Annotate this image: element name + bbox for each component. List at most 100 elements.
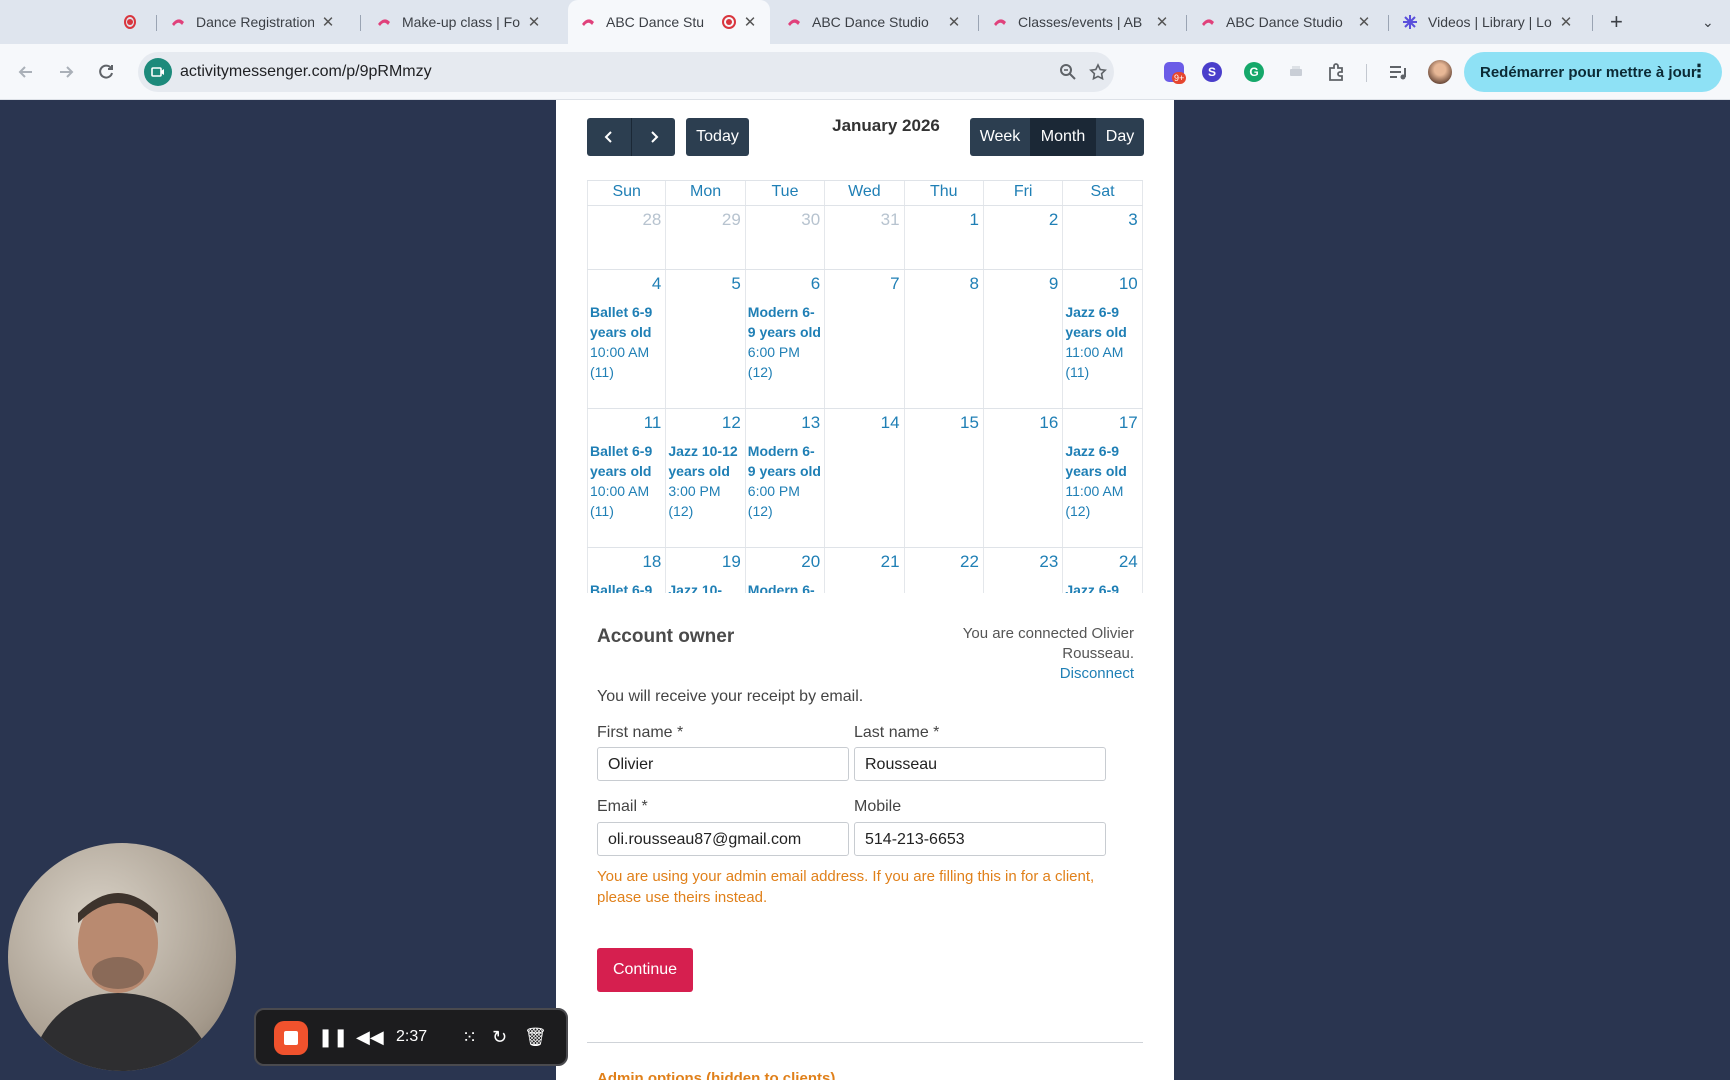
- recording-icon: [722, 15, 736, 29]
- address-bar[interactable]: activitymessenger.com/p/9pRMmzy: [138, 52, 1114, 92]
- forward-button[interactable]: [52, 58, 80, 86]
- calendar-prev-button[interactable]: [587, 118, 631, 156]
- extension-s-icon[interactable]: S: [1198, 58, 1226, 86]
- stop-recording-button[interactable]: [274, 1021, 308, 1055]
- webcam-bubble[interactable]: [8, 843, 236, 1071]
- reload-icon: [99, 64, 113, 79]
- day-number: 13: [801, 413, 821, 432]
- tab-6[interactable]: ABC Dance Studio ✕: [1188, 0, 1384, 44]
- event-title[interactable]: Modern 6-9 years old: [748, 441, 822, 481]
- calendar-today-button[interactable]: Today: [686, 118, 749, 156]
- calendar-day-cell[interactable]: 2: [984, 206, 1064, 269]
- mobile-input[interactable]: 514-213-6653: [854, 822, 1106, 856]
- calendar-day-cell[interactable]: 30: [746, 206, 826, 269]
- calendar-day-cell[interactable]: 17 Jazz 6-9 years old 11:00 AM (12): [1063, 409, 1143, 547]
- continue-button[interactable]: Continue: [597, 948, 693, 992]
- calendar-day-cell[interactable]: 7: [825, 270, 905, 408]
- extension-grammarly-icon[interactable]: G: [1240, 58, 1268, 86]
- calendar-day-cell[interactable]: 28: [587, 206, 667, 269]
- calendar-day-cell[interactable]: 15: [905, 409, 984, 547]
- calendar-day-cell[interactable]: 23: [984, 548, 1064, 593]
- event-title[interactable]: Jazz 6-9 years old: [1065, 302, 1139, 342]
- tab-0[interactable]: [112, 0, 148, 44]
- calendar-day-cell[interactable]: 3: [1063, 206, 1143, 269]
- calendar-day-cell[interactable]: 16: [984, 409, 1064, 547]
- calendar-day-cell[interactable]: 19 Jazz 10-: [666, 548, 746, 593]
- calendar-day-cell[interactable]: 31: [825, 206, 905, 269]
- close-icon[interactable]: ✕: [1356, 13, 1372, 31]
- view-month-button[interactable]: Month: [1030, 118, 1096, 156]
- view-week-button[interactable]: Week: [970, 118, 1030, 156]
- tab-5[interactable]: Classes/events | AB ✕: [980, 0, 1182, 44]
- close-icon[interactable]: ✕: [526, 13, 542, 31]
- tab-3-active[interactable]: ABC Dance Stu ✕: [568, 0, 770, 44]
- email-input[interactable]: oli.rousseau87@gmail.com: [597, 822, 849, 856]
- close-icon[interactable]: ✕: [1154, 13, 1170, 31]
- event-title[interactable]: Jazz 6-9 years old: [1065, 441, 1139, 481]
- day-number: 12: [721, 413, 741, 432]
- view-day-button[interactable]: Day: [1096, 118, 1144, 156]
- extension-loom-icon[interactable]: 9+: [1160, 58, 1188, 86]
- event-title[interactable]: Ballet 6-9: [590, 580, 663, 593]
- tab-4[interactable]: ABC Dance Studio ✕: [774, 0, 974, 44]
- event-title[interactable]: Modern 6-9 years old: [748, 302, 822, 342]
- event-title[interactable]: Jazz 6-9: [1065, 580, 1139, 593]
- calendar-day-cell[interactable]: 9: [984, 270, 1064, 408]
- relaunch-update-button[interactable]: Redémarrer pour mettre à jour ⋮: [1464, 52, 1722, 92]
- zoom-icon[interactable]: [1054, 58, 1082, 86]
- day-number: 6: [810, 274, 821, 293]
- receipt-notice: You will receive your receipt by email.: [597, 688, 864, 705]
- calendar-day-cell[interactable]: 13 Modern 6-9 years old 6:00 PM (12): [746, 409, 826, 547]
- event-title[interactable]: Ballet 6-9 years old: [590, 302, 663, 342]
- event-title[interactable]: Ballet 6-9 years old: [590, 441, 663, 481]
- disconnect-link[interactable]: Disconnect: [936, 664, 1134, 684]
- close-icon[interactable]: ✕: [742, 13, 758, 31]
- close-icon[interactable]: ✕: [1558, 13, 1574, 31]
- calendar-day-cell[interactable]: 8: [905, 270, 984, 408]
- calendar-day-cell[interactable]: 22: [905, 548, 984, 593]
- profile-avatar[interactable]: [1426, 58, 1454, 86]
- calendar-day-cell[interactable]: 29: [666, 206, 746, 269]
- restart-icon[interactable]: ↻: [492, 1027, 507, 1048]
- new-tab-button[interactable]: +: [1598, 0, 1630, 44]
- calendar-next-button[interactable]: [631, 118, 675, 156]
- tab-1[interactable]: Dance Registration ✕: [158, 0, 348, 44]
- close-icon[interactable]: ✕: [946, 13, 962, 31]
- pause-icon[interactable]: ❚❚: [318, 1027, 348, 1048]
- calendar-day-cell[interactable]: 18 Ballet 6-9: [587, 548, 667, 593]
- more-vertical-icon[interactable]: ⋮: [1690, 61, 1708, 81]
- extensions-puzzle-icon[interactable]: [1322, 58, 1350, 86]
- tab-title: ABC Dance Stu: [606, 14, 705, 30]
- event-title[interactable]: Jazz 10-: [668, 580, 742, 593]
- bookmark-star-icon[interactable]: [1084, 58, 1112, 86]
- calendar-day-cell[interactable]: 12 Jazz 10-12 years old 3:00 PM (12): [666, 409, 746, 547]
- calendar-day-cell[interactable]: 5: [666, 270, 746, 408]
- first-name-input[interactable]: Olivier: [597, 747, 849, 781]
- calendar-day-cell[interactable]: 11 Ballet 6-9 years old 10:00 AM (11): [587, 409, 667, 547]
- calendar-day-cell[interactable]: 4 Ballet 6-9 years old 10:00 AM (11): [587, 270, 667, 408]
- admin-options-heading[interactable]: Admin options (hidden to clients): [597, 1070, 835, 1080]
- reload-button[interactable]: [92, 58, 120, 86]
- tab-2[interactable]: Make-up class | For ✕: [364, 0, 554, 44]
- extension-printer-icon[interactable]: [1282, 58, 1310, 86]
- event-title[interactable]: Jazz 10-12 years old: [668, 441, 742, 481]
- event-title[interactable]: Modern 6-: [748, 580, 822, 593]
- back-button[interactable]: [12, 58, 40, 86]
- site-info-icon[interactable]: [144, 58, 172, 86]
- rewind-icon[interactable]: ◀◀: [356, 1027, 384, 1048]
- media-control-icon[interactable]: [1384, 58, 1412, 86]
- calendar-day-cell[interactable]: 10 Jazz 6-9 years old 11:00 AM (11): [1063, 270, 1143, 408]
- calendar-day-cell[interactable]: 14: [825, 409, 905, 547]
- calendar-day-cell[interactable]: 24 Jazz 6-9: [1063, 548, 1143, 593]
- tab-search-button[interactable]: ⌄: [1690, 0, 1722, 44]
- last-name-input[interactable]: Rousseau: [854, 747, 1106, 781]
- calendar-day-cell[interactable]: 21: [825, 548, 905, 593]
- calendar-day-cell[interactable]: 6 Modern 6-9 years old 6:00 PM (12): [746, 270, 826, 408]
- close-icon[interactable]: ✕: [320, 13, 336, 31]
- grid-dots-icon[interactable]: ⁙: [462, 1027, 477, 1048]
- event-time: 6:00 PM: [747, 344, 800, 360]
- calendar-day-cell[interactable]: 1: [905, 206, 984, 269]
- trash-icon[interactable]: 🗑: [524, 1027, 547, 1048]
- tab-7[interactable]: Videos | Library | Lo ✕: [1390, 0, 1586, 44]
- calendar-day-cell[interactable]: 20 Modern 6-: [746, 548, 826, 593]
